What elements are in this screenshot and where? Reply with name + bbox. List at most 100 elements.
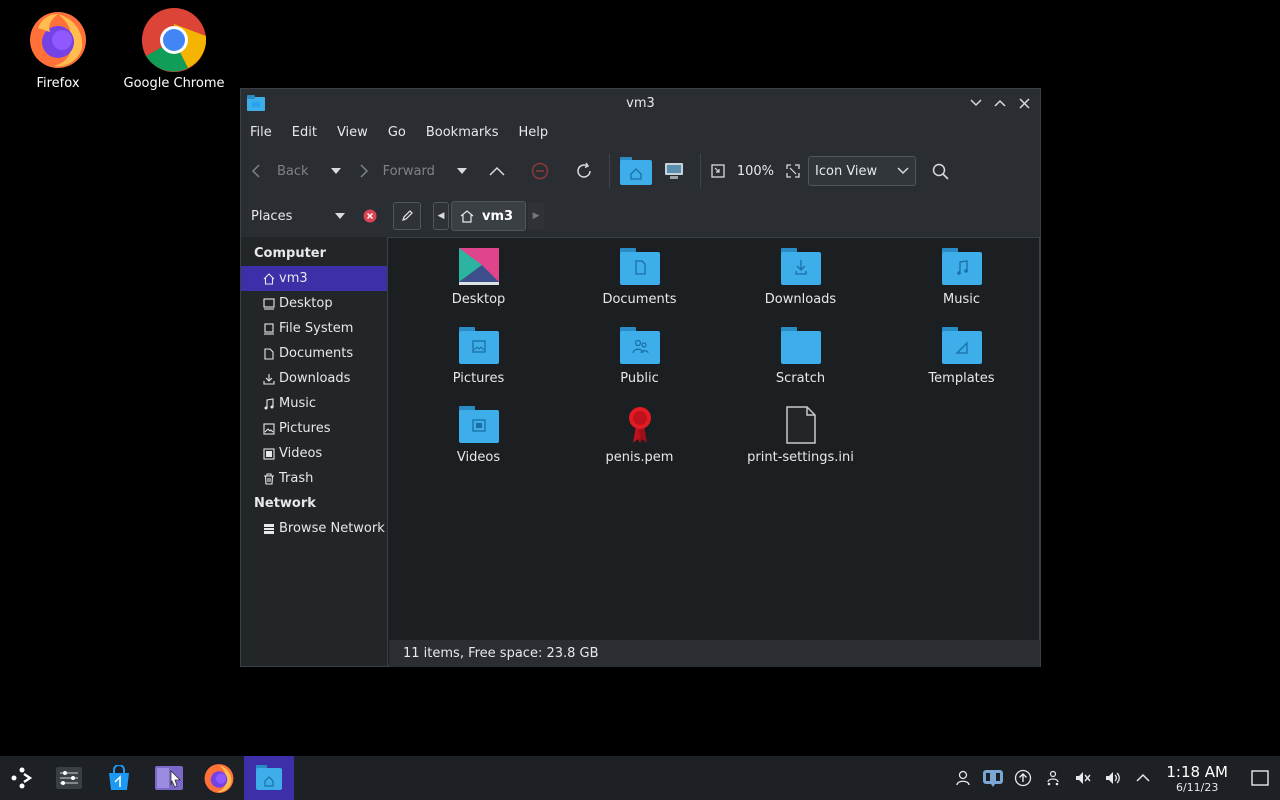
clock[interactable]: 1:18 AM 6/11/23	[1166, 763, 1228, 794]
public-folder-icon	[619, 327, 660, 364]
file-manager-window: vm3 File Edit View Go Bookmarks Help Bac…	[240, 88, 1041, 667]
sidebar-item-label: Music	[279, 396, 316, 411]
search-button[interactable]	[932, 155, 949, 187]
sidebar-item-videos[interactable]: Videos	[241, 441, 387, 466]
status-bar: 11 items, Free space: 23.8 GB	[389, 640, 1040, 667]
settings-app-icon	[56, 767, 82, 789]
sidebar-item-desktop[interactable]: Desktop	[241, 291, 387, 316]
sidebar-item-trash[interactable]: Trash	[241, 466, 387, 491]
file-item-pictures[interactable]: Pictures	[398, 327, 559, 406]
steam-input-icon[interactable]	[978, 768, 1008, 788]
sidebar-item-label: Pictures	[279, 421, 331, 436]
close-button[interactable]	[1014, 93, 1034, 113]
file-item-pem[interactable]: penis.pem	[559, 406, 720, 485]
view-mode-select[interactable]: Icon View	[808, 156, 917, 186]
menu-help[interactable]: Help	[518, 125, 548, 140]
zoom-out-button[interactable]	[711, 155, 725, 187]
desktop-firefox[interactable]: Firefox	[3, 8, 113, 91]
file-item-documents[interactable]: Documents	[559, 248, 720, 327]
microphone-muted-icon[interactable]	[1068, 769, 1098, 787]
sidebar-group-computer[interactable]: Computer	[241, 241, 387, 266]
file-item-templates[interactable]: Templates	[881, 327, 1042, 406]
sidebar-item-browse-network[interactable]: Browse Network	[241, 516, 387, 541]
breadcrumb-right-button[interactable]: ▶	[528, 202, 545, 230]
desktop-google-chrome[interactable]: Google Chrome	[119, 8, 229, 91]
computer-button[interactable]	[664, 155, 684, 187]
application-launcher[interactable]	[0, 756, 44, 800]
maximize-button[interactable]	[990, 93, 1010, 113]
update-icon[interactable]	[1008, 769, 1038, 787]
music-folder-icon	[941, 248, 982, 285]
menu-bookmarks[interactable]: Bookmarks	[426, 125, 499, 140]
home-button[interactable]	[619, 155, 652, 187]
minimize-button[interactable]	[966, 93, 986, 113]
menu-view[interactable]: View	[337, 125, 368, 140]
chrome-icon	[142, 8, 206, 72]
sidebar-item-file-system[interactable]: File System	[241, 316, 387, 341]
sidebar-item-vm3[interactable]: vm3	[241, 266, 387, 291]
volume-icon[interactable]	[1098, 769, 1128, 787]
taskbar-dolphin-active[interactable]	[244, 756, 294, 800]
clock-date: 6/11/23	[1175, 780, 1219, 794]
user-icon[interactable]	[948, 770, 978, 786]
menu-file[interactable]: File	[250, 125, 272, 140]
title-bar[interactable]: vm3	[241, 89, 1040, 117]
menu-bar: File Edit View Go Bookmarks Help	[241, 117, 1040, 147]
file-item-music[interactable]: Music	[881, 248, 1042, 327]
zoom-in-button[interactable]	[786, 155, 800, 187]
tray-expand-icon[interactable]	[1128, 773, 1158, 783]
file-name: Desktop	[451, 292, 506, 307]
sidebar-item-documents[interactable]: Documents	[241, 341, 387, 366]
home-icon	[262, 272, 276, 285]
back-history-dropdown[interactable]	[330, 155, 341, 187]
up-button[interactable]	[489, 155, 505, 187]
menu-go[interactable]: Go	[388, 125, 406, 140]
breadcrumb-left-button[interactable]: ◀	[433, 202, 449, 230]
desktop-icon-label: Firefox	[36, 76, 80, 91]
view-mode-value: Icon View	[815, 163, 878, 179]
taskbar-system-settings[interactable]	[44, 756, 94, 800]
file-name: Scratch	[775, 371, 826, 386]
file-name: Documents	[602, 292, 677, 307]
document-icon	[262, 347, 276, 360]
reload-button[interactable]	[575, 155, 593, 187]
certificate-icon	[628, 407, 651, 443]
main-area: Computer vm3 Desktop File System Documen…	[241, 237, 1040, 666]
file-item-ini[interactable]: print-settings.ini	[720, 406, 881, 485]
status-text: 11 items, Free space: 23.8 GB	[403, 646, 599, 661]
forward-history-dropdown[interactable]	[456, 155, 467, 187]
store-bag-icon	[109, 765, 129, 790]
sidebar-group-network[interactable]: Network	[241, 491, 387, 516]
taskbar-discover[interactable]	[94, 756, 144, 800]
pictures-folder-icon	[458, 327, 499, 364]
file-grid: Desktop Documents Downloads Music Pictur…	[398, 248, 1042, 485]
location-bar: Places ◀ vm3 ▶	[241, 195, 1040, 237]
edit-location-button[interactable]	[393, 202, 421, 230]
file-item-scratch[interactable]: Scratch	[720, 327, 881, 406]
folder-icon	[780, 327, 821, 364]
taskbar-firefox[interactable]	[194, 756, 244, 800]
file-item-downloads[interactable]: Downloads	[720, 248, 881, 327]
sidebar-item-music[interactable]: Music	[241, 391, 387, 416]
file-item-videos[interactable]: Videos	[398, 406, 559, 485]
stop-button[interactable]	[531, 155, 549, 187]
breadcrumb-vm3[interactable]: vm3	[451, 201, 527, 231]
show-desktop-icon	[1251, 770, 1269, 786]
network-users-icon[interactable]	[1038, 770, 1068, 786]
show-desktop-button[interactable]	[1240, 770, 1280, 786]
file-item-public[interactable]: Public	[559, 327, 720, 406]
forward-button[interactable]: Forward	[359, 155, 435, 187]
arrow-left-icon	[251, 164, 260, 178]
file-view[interactable]: Desktop Documents Downloads Music Pictur…	[388, 237, 1040, 666]
breadcrumb-label: vm3	[482, 208, 514, 224]
close-sidebar-icon[interactable]	[363, 209, 377, 223]
taskbar-file-manager-alt[interactable]	[144, 756, 194, 800]
sidebar-item-label: Desktop	[279, 296, 333, 311]
dropdown-arrow-icon[interactable]	[335, 213, 345, 219]
back-button[interactable]: Back	[251, 155, 309, 187]
sidebar-item-downloads[interactable]: Downloads	[241, 366, 387, 391]
sidebar-item-label: File System	[279, 321, 354, 336]
sidebar-item-pictures[interactable]: Pictures	[241, 416, 387, 441]
menu-edit[interactable]: Edit	[292, 125, 317, 140]
file-item-desktop[interactable]: Desktop	[398, 248, 559, 327]
